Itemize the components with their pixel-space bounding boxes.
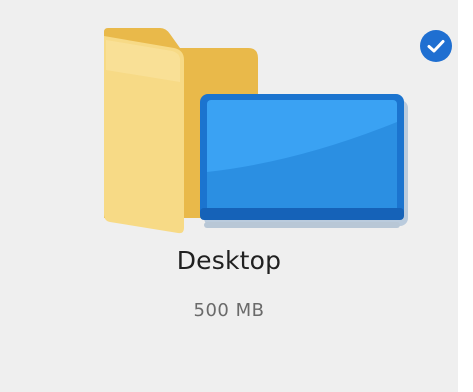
- tile-gap: [458, 0, 473, 392]
- folder-size: 500 MB: [193, 300, 265, 321]
- folder-tile[interactable]: Desktop 500 MB: [0, 0, 458, 392]
- folder-name: Desktop: [176, 246, 282, 275]
- desktop-folder-icon: [88, 22, 428, 242]
